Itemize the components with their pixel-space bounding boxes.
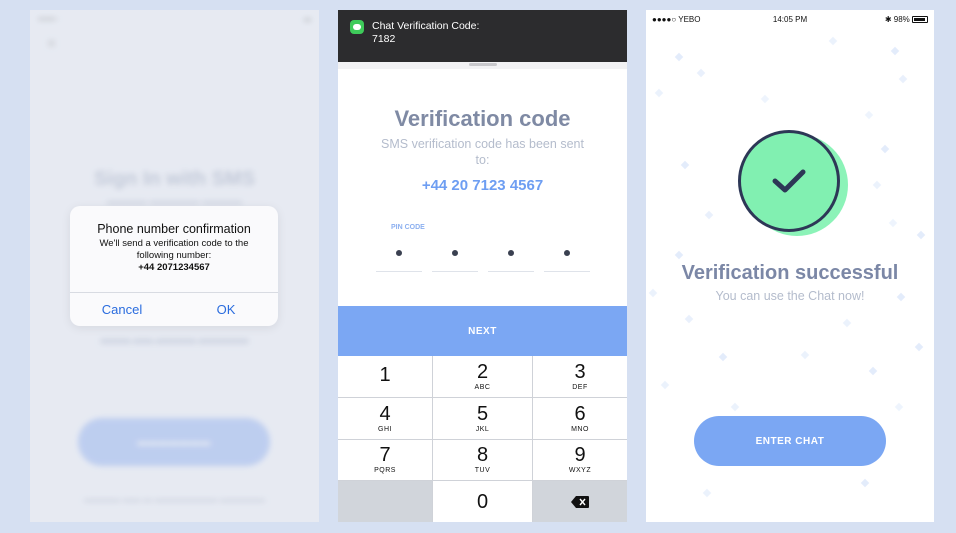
pin-dot bbox=[452, 250, 458, 256]
key-1[interactable]: 1 bbox=[338, 356, 432, 397]
status-time: 14:05 PM bbox=[772, 14, 808, 24]
enter-chat-button[interactable]: ENTER CHAT bbox=[694, 416, 886, 466]
key-9[interactable]: 9 WXYZ bbox=[533, 439, 627, 481]
pin-digit-3[interactable] bbox=[488, 244, 534, 272]
pin-digit-1[interactable] bbox=[376, 244, 422, 272]
key-5[interactable]: 5 JKL bbox=[433, 397, 532, 439]
success-screen: ●●●●○ YEBO 14:05 PM ✱ 98% Verification s… bbox=[646, 10, 934, 522]
confirmation-alert: Phone number confirmation We'll send a v… bbox=[70, 206, 278, 326]
success-badge bbox=[738, 130, 848, 240]
alert-message: We'll send a verification code to the fo… bbox=[99, 238, 249, 261]
pin-code-label: PIN CODE bbox=[391, 224, 425, 231]
numeric-keypad: 1 2 ABC 3 DEF 4 GHI 5 JKL 6 MNO 7 PQRS 8 TUV 9W… bbox=[338, 356, 627, 522]
messages-app-icon bbox=[350, 20, 364, 34]
key-0[interactable]: 0 bbox=[433, 481, 532, 522]
check-circle bbox=[738, 130, 840, 232]
pin-dot bbox=[508, 250, 514, 256]
key-4[interactable]: 4 GHI bbox=[338, 397, 432, 439]
cancel-button[interactable]: Cancel bbox=[70, 293, 174, 326]
page-title: Verification code bbox=[394, 106, 571, 131]
key-3[interactable]: 3 DEF bbox=[533, 356, 627, 397]
backspace-icon bbox=[571, 495, 589, 508]
alert-title: Phone number confirmation bbox=[97, 222, 251, 236]
battery-icon bbox=[912, 15, 928, 23]
page-title: Verification successful bbox=[681, 262, 899, 284]
next-button[interactable]: NEXT bbox=[338, 306, 627, 356]
page-subtitle: You can use the Chat now! bbox=[715, 289, 865, 303]
delete-key[interactable] bbox=[533, 481, 627, 522]
pin-dot bbox=[564, 250, 570, 256]
notification-code: 7182 bbox=[372, 33, 396, 45]
key-6[interactable]: 6 MNO bbox=[533, 397, 627, 439]
pin-digit-4[interactable] bbox=[544, 244, 590, 272]
alert-actions: Cancel OK bbox=[70, 292, 278, 326]
pin-input[interactable] bbox=[376, 244, 590, 272]
ok-button[interactable]: OK bbox=[174, 293, 278, 326]
notification-title: Chat Verification Code: bbox=[372, 20, 480, 32]
pin-dot bbox=[396, 250, 402, 256]
signin-screen: ●●●●○ ▬ ✕ Sign In with SMS ▬▬▬▬ ▬▬▬▬▬ ▬▬… bbox=[30, 10, 319, 522]
sms-notification[interactable]: Chat Verification Code: 7182 bbox=[338, 10, 627, 62]
pin-digit-2[interactable] bbox=[432, 244, 478, 272]
phone-number: +44 20 7123 4567 bbox=[421, 177, 544, 194]
page-subtitle: SMS verification code has been sent to: bbox=[381, 137, 584, 167]
status-bar: ●●●●○ YEBO 14:05 PM ✱ 98% bbox=[646, 10, 934, 28]
alert-phone-number: +44 2071234567 bbox=[138, 262, 210, 273]
checkmark-icon bbox=[772, 169, 806, 193]
verification-screen: Chat Verification Code: 7182 Verificatio… bbox=[338, 10, 627, 522]
key-7[interactable]: 7 PQRS bbox=[338, 439, 432, 481]
key-8[interactable]: 8 TUV bbox=[433, 439, 532, 481]
key-2[interactable]: 2 ABC bbox=[433, 356, 532, 397]
key-blank bbox=[338, 481, 432, 522]
